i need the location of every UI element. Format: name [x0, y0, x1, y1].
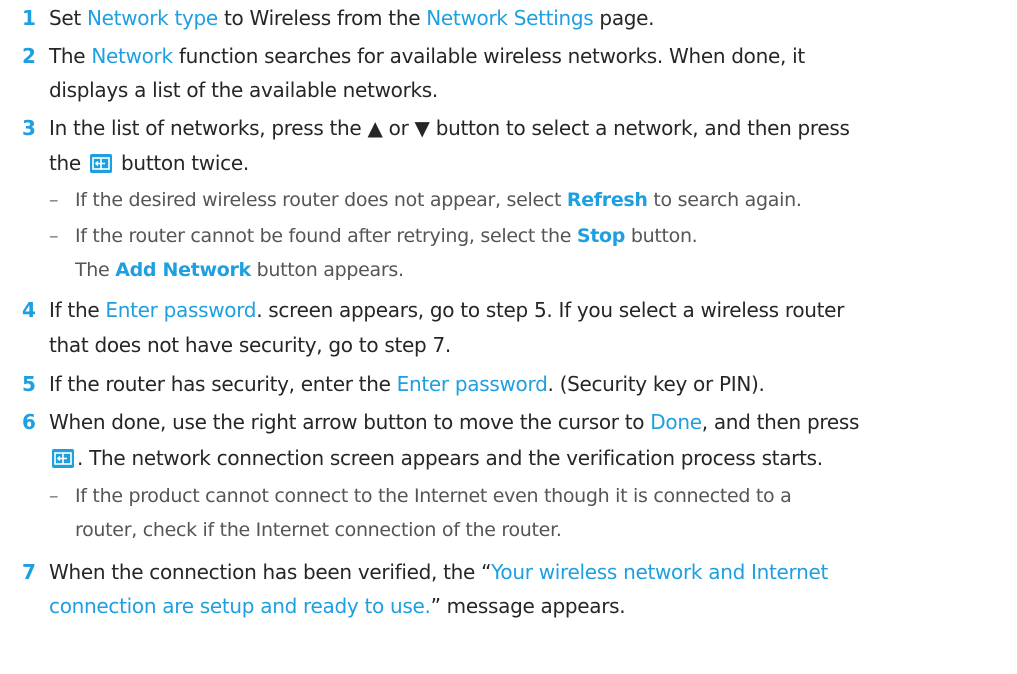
step-7-cont: connection are setup and ready to use.” … — [0, 588, 1017, 624]
step-6-cont: . The network connection screen appears … — [0, 440, 1017, 476]
text: to Wireless from the — [217, 6, 427, 30]
step-text: If the Enter password. screen appears, g… — [49, 292, 844, 328]
success-message-term: connection are setup and ready to use. — [49, 594, 431, 618]
step-text: connection are setup and ready to use.” … — [49, 588, 626, 624]
step-text: If the router has security, enter the En… — [49, 366, 765, 402]
dash: – — [49, 225, 59, 247]
network-type-term: Network type — [87, 6, 218, 30]
step-number: 6 — [22, 410, 36, 434]
instruction-page: 1 Set Network type to Wireless from the … — [0, 0, 1017, 674]
text: When done, use the right arrow button to… — [49, 410, 651, 434]
success-message-term: Your wireless network and Internet — [491, 560, 829, 584]
step-1: 1 Set Network type to Wireless from the … — [0, 0, 1017, 36]
note: – If the router cannot be found after ret… — [0, 218, 1017, 254]
step-number: 4 — [22, 298, 36, 322]
text: When the connection has been verified, t… — [49, 560, 492, 584]
step-number: 3 — [22, 116, 36, 140]
dash: – — [49, 189, 59, 211]
step-number: 7 — [22, 560, 36, 584]
step-text: In the list of networks, press the ▲ or … — [49, 116, 850, 140]
step-number: 5 — [22, 372, 36, 396]
text: . The network connection screen appears … — [77, 446, 823, 470]
step-text: that does not have security, go to step … — [49, 333, 451, 357]
step-number: 1 — [22, 6, 36, 30]
text: to search again. — [647, 189, 802, 211]
text: If the desired wireless router does not … — [75, 189, 567, 211]
text: button twice. — [114, 151, 249, 175]
step-4: 4 If the Enter password. screen appears,… — [0, 292, 1017, 328]
step-text: displays a list of the available network… — [49, 78, 438, 102]
step-text: the button twice. — [49, 145, 249, 181]
text: . screen appears, go to step 5. If you s… — [256, 298, 845, 322]
note-cont: router, check if the Internet connection… — [0, 512, 1017, 548]
enter-button-icon — [89, 154, 112, 173]
text: button appears. — [250, 259, 404, 281]
text: page. — [593, 6, 655, 30]
step-4-cont: that does not have security, go to step … — [0, 327, 1017, 363]
text: If the router cannot be found after retr… — [75, 225, 577, 247]
done-term: Done — [650, 410, 702, 434]
step-text: . The network connection screen appears … — [49, 440, 823, 476]
dash: – — [49, 485, 59, 507]
network-settings-term: Network Settings — [426, 6, 594, 30]
enter-password-term: Enter password — [105, 298, 257, 322]
step-3-cont: the button twice. — [0, 145, 1017, 181]
text: the — [49, 151, 87, 175]
text: function searches for available wireless… — [172, 44, 805, 68]
text: If the — [49, 298, 106, 322]
text: Set — [49, 6, 87, 30]
step-text: When done, use the right arrow button to… — [49, 404, 859, 440]
stop-term: Stop — [576, 225, 626, 247]
step-6: 6 When done, use the right arrow button … — [0, 404, 1017, 440]
enter-button-icon — [52, 449, 74, 468]
refresh-term: Refresh — [566, 189, 648, 211]
step-3: 3 In the list of networks, press the ▲ o… — [0, 110, 1017, 146]
note-cont: The Add Network button appears. — [0, 252, 1017, 288]
step-number: 2 — [22, 44, 36, 68]
text: The — [49, 44, 92, 68]
text: The — [75, 259, 116, 281]
text: . (Security key or PIN). — [547, 372, 765, 396]
step-text: Set Network type to Wireless from the Ne… — [49, 0, 655, 36]
text: , and then press — [701, 410, 860, 434]
step-2-cont: displays a list of the available network… — [0, 72, 1017, 108]
step-5: 5 If the router has security, enter the … — [0, 366, 1017, 402]
step-text: The Network function searches for availa… — [49, 38, 805, 74]
text: If the product cannot connect to the Int… — [75, 485, 792, 507]
network-term: Network — [91, 44, 173, 68]
step-2: 2 The Network function searches for avai… — [0, 38, 1017, 74]
text: ” message appears. — [430, 594, 626, 618]
step-7: 7 When the connection has been verified,… — [0, 554, 1017, 590]
add-network-term: Add Network — [115, 259, 251, 281]
text: button. — [625, 225, 698, 247]
text: router, check if the Internet connection… — [75, 519, 562, 541]
note: – If the desired wireless router does not… — [0, 182, 1017, 218]
note: – If the product cannot connect to the In… — [0, 478, 1017, 514]
enter-password-term: Enter password — [396, 372, 548, 396]
text: If the router has security, enter the — [49, 372, 397, 396]
step-text: When the connection has been verified, t… — [49, 554, 828, 590]
